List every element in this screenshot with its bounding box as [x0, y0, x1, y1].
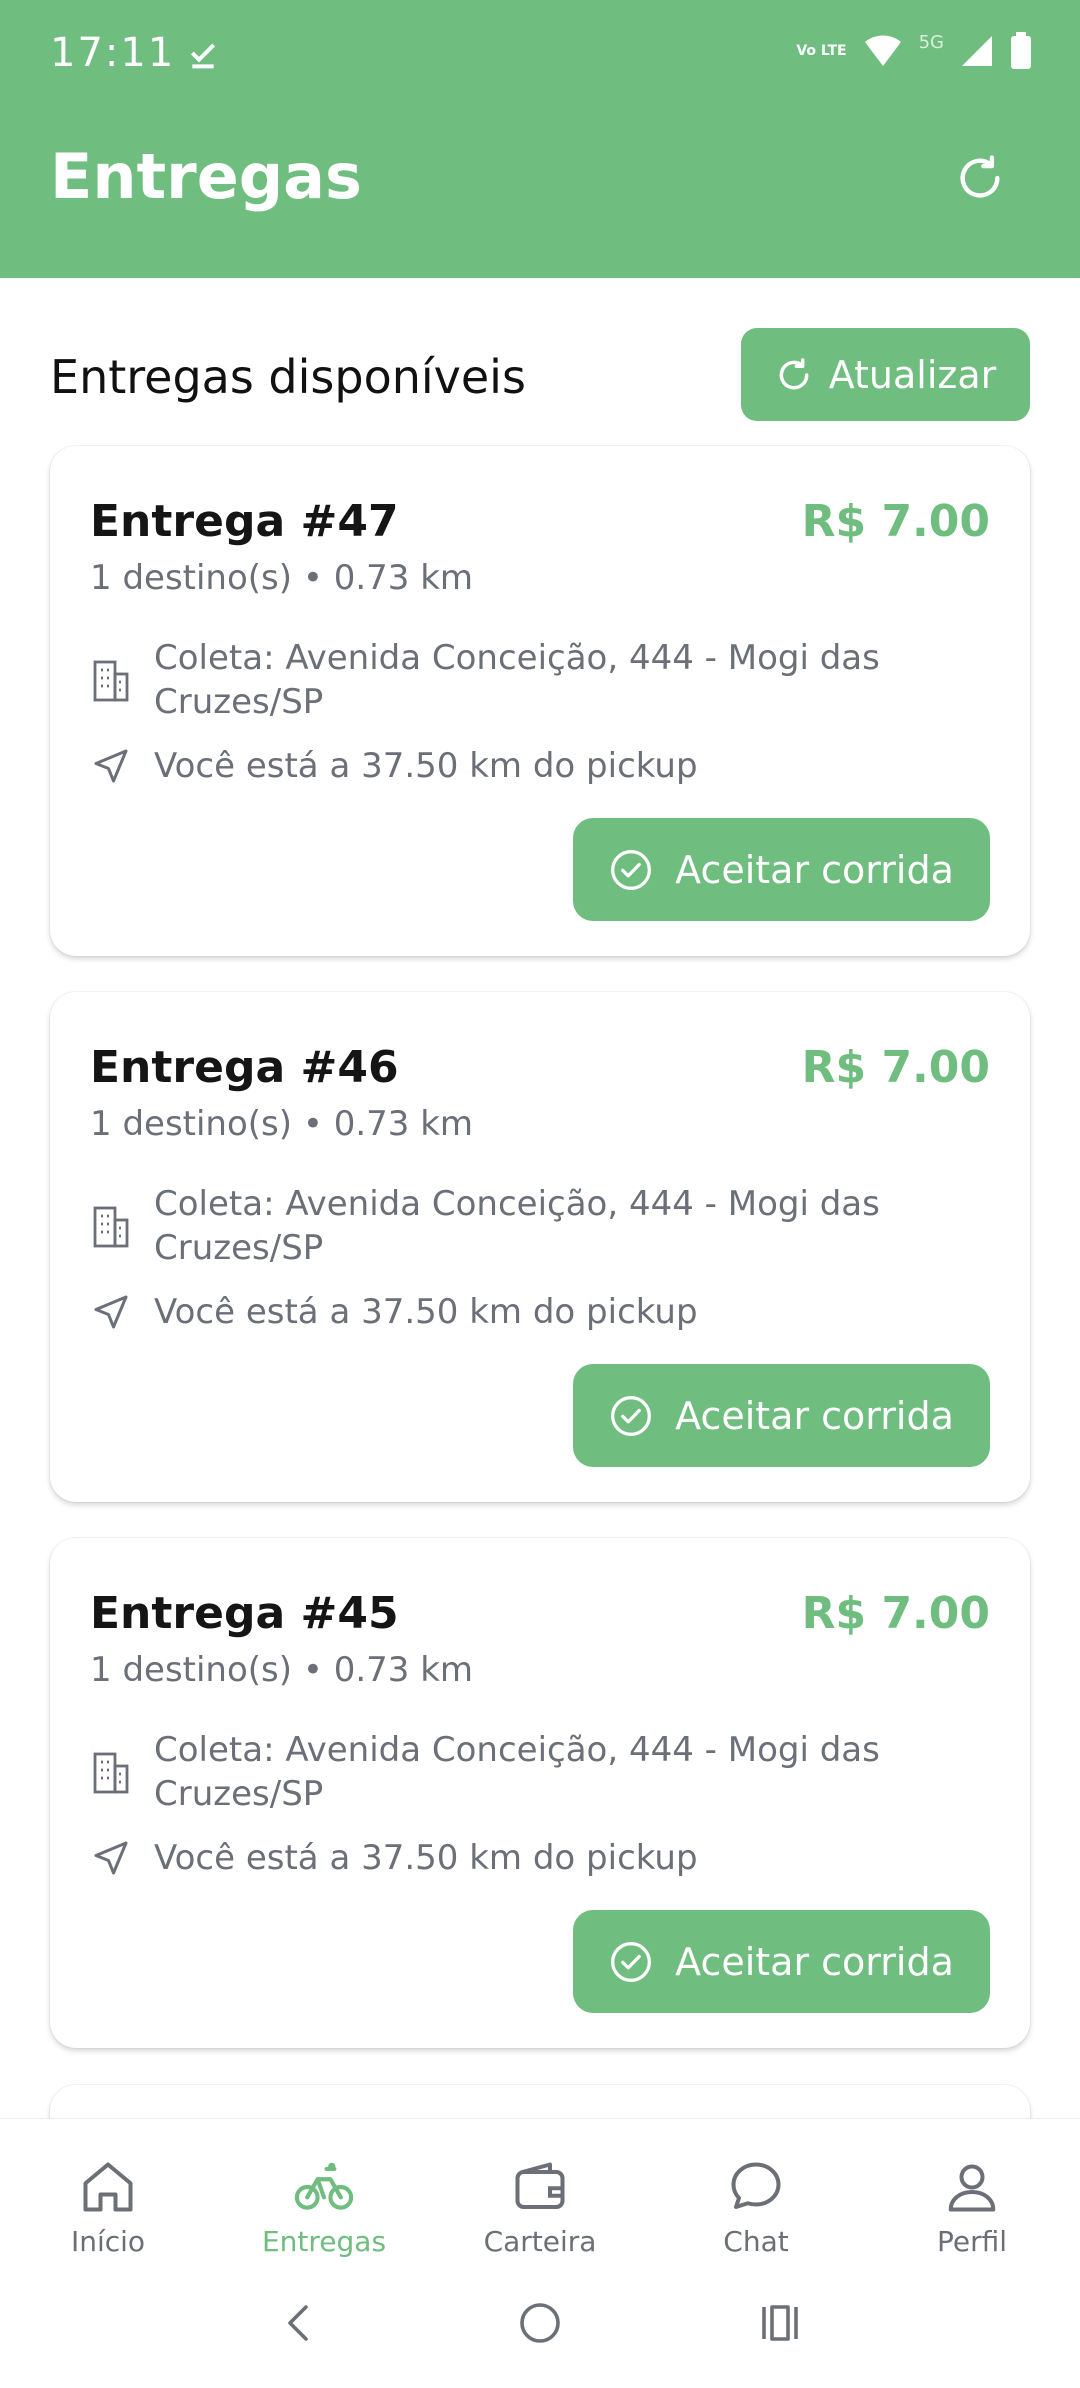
back-icon[interactable]	[260, 2283, 340, 2363]
delivery-title: Entrega #47	[90, 496, 399, 547]
status-time: 17:11	[50, 30, 176, 76]
building-icon	[90, 658, 132, 702]
refresh-icon[interactable]	[948, 146, 1012, 210]
page-title: Entregas	[50, 140, 362, 213]
building-icon	[90, 1750, 132, 1794]
distance-row: Você está a 37.50 km do pickup	[90, 1290, 698, 1334]
delivery-title: Entrega #46	[90, 1042, 399, 1093]
nav-item-chat[interactable]: Chat	[648, 2119, 864, 2258]
bottom-nav: Início Entregas Carteira Chat Perfil	[0, 2118, 1080, 2258]
delivery-subtitle: 1 destino(s) • 0.73 km	[90, 1104, 474, 1144]
nav-label: Entregas	[261, 2225, 387, 2258]
distance-text: Você está a 37.50 km do pickup	[154, 746, 698, 786]
nav-item-entregas[interactable]: Entregas	[216, 2119, 432, 2258]
chat-icon	[724, 2155, 788, 2219]
screen: 17:11 Vo LTE 5G Entregas Entregas dispon…	[0, 0, 1080, 2388]
delivery-subtitle: 1 destino(s) • 0.73 km	[90, 558, 474, 598]
accept-ride-label: Aceitar corrida	[675, 1393, 954, 1438]
check-circle-icon	[611, 849, 652, 890]
accept-ride-button[interactable]: Aceitar corrida	[573, 818, 990, 921]
accept-ride-button[interactable]: Aceitar corrida	[573, 1364, 990, 1467]
accept-ride-label: Aceitar corrida	[675, 847, 954, 892]
home-circle-icon[interactable]	[500, 2283, 580, 2363]
pickup-address: Coleta: Avenida Conceição, 444 - Mogi da…	[154, 1184, 880, 1268]
signal-icon	[962, 36, 992, 66]
wallet-icon	[508, 2155, 572, 2219]
pickup-address-row: Coleta: Avenida Conceição, 444 - Mogi da…	[90, 1182, 950, 1270]
distance-text: Você está a 37.50 km do pickup	[154, 1838, 698, 1878]
nav-item-carteira[interactable]: Carteira	[432, 2119, 648, 2258]
building-icon	[90, 1204, 132, 1248]
distance-text: Você está a 37.50 km do pickup	[154, 1292, 698, 1332]
nav-item-inicio[interactable]: Início	[0, 2119, 216, 2258]
battery-icon	[1011, 32, 1031, 69]
status-time-group: 17:11	[50, 30, 219, 76]
delivery-card: Entrega #46 R$ 7.00 1 destino(s) • 0.73 …	[50, 992, 1030, 1502]
check-circle-icon	[611, 1395, 652, 1436]
network-label: 5G	[918, 31, 944, 53]
delivery-subtitle: 1 destino(s) • 0.73 km	[90, 1650, 474, 1690]
nav-label: Carteira	[483, 2225, 597, 2258]
nav-label: Chat	[723, 2225, 789, 2258]
accept-ride-button[interactable]: Aceitar corrida	[573, 1910, 990, 2013]
update-button[interactable]: Atualizar	[741, 328, 1030, 421]
system-nav-bar	[0, 2258, 1080, 2388]
accept-ride-label: Aceitar corrida	[675, 1939, 954, 1984]
status-icons: Vo LTE 5G	[796, 32, 1032, 70]
delivery-price: R$ 7.00	[801, 496, 990, 547]
wifi-icon	[864, 35, 901, 66]
home-icon	[76, 2155, 140, 2219]
pickup-address-row: Coleta: Avenida Conceição, 444 - Mogi da…	[90, 1728, 950, 1816]
distance-row: Você está a 37.50 km do pickup	[90, 1836, 698, 1880]
delivery-price: R$ 7.00	[801, 1042, 990, 1093]
navigation-icon	[90, 1290, 132, 1334]
delivery-title: Entrega #45	[90, 1588, 399, 1639]
app-header: 17:11 Vo LTE 5G Entregas	[0, 0, 1080, 278]
delivery-card: Entrega #45 R$ 7.00 1 destino(s) • 0.73 …	[50, 1538, 1030, 2048]
nav-label: Início	[70, 2225, 146, 2258]
nav-item-perfil[interactable]: Perfil	[864, 2119, 1080, 2258]
navigation-icon	[90, 1836, 132, 1880]
recents-icon[interactable]	[740, 2283, 820, 2363]
navigation-icon	[90, 744, 132, 788]
section-title: Entregas disponíveis	[50, 350, 526, 404]
check-icon	[191, 43, 216, 69]
pickup-address-row: Coleta: Avenida Conceição, 444 - Mogi da…	[90, 636, 950, 724]
nav-label: Perfil	[936, 2225, 1008, 2258]
delivery-price: R$ 7.00	[801, 1588, 990, 1639]
volte-icon: Vo LTE	[796, 42, 847, 59]
status-bar: 17:11 Vo LTE 5G	[0, 0, 1080, 110]
pickup-address: Coleta: Avenida Conceição, 444 - Mogi da…	[154, 638, 880, 722]
pickup-address: Coleta: Avenida Conceição, 444 - Mogi da…	[154, 1730, 880, 1814]
update-button-label: Atualizar	[828, 352, 997, 397]
distance-row: Você está a 37.50 km do pickup	[90, 744, 698, 788]
delivery-card: Entrega #47 R$ 7.00 1 destino(s) • 0.73 …	[50, 446, 1030, 956]
check-circle-icon	[611, 1941, 652, 1982]
refresh-small-icon	[779, 357, 809, 389]
user-icon	[940, 2155, 1004, 2219]
bicycle-icon	[292, 2155, 356, 2219]
